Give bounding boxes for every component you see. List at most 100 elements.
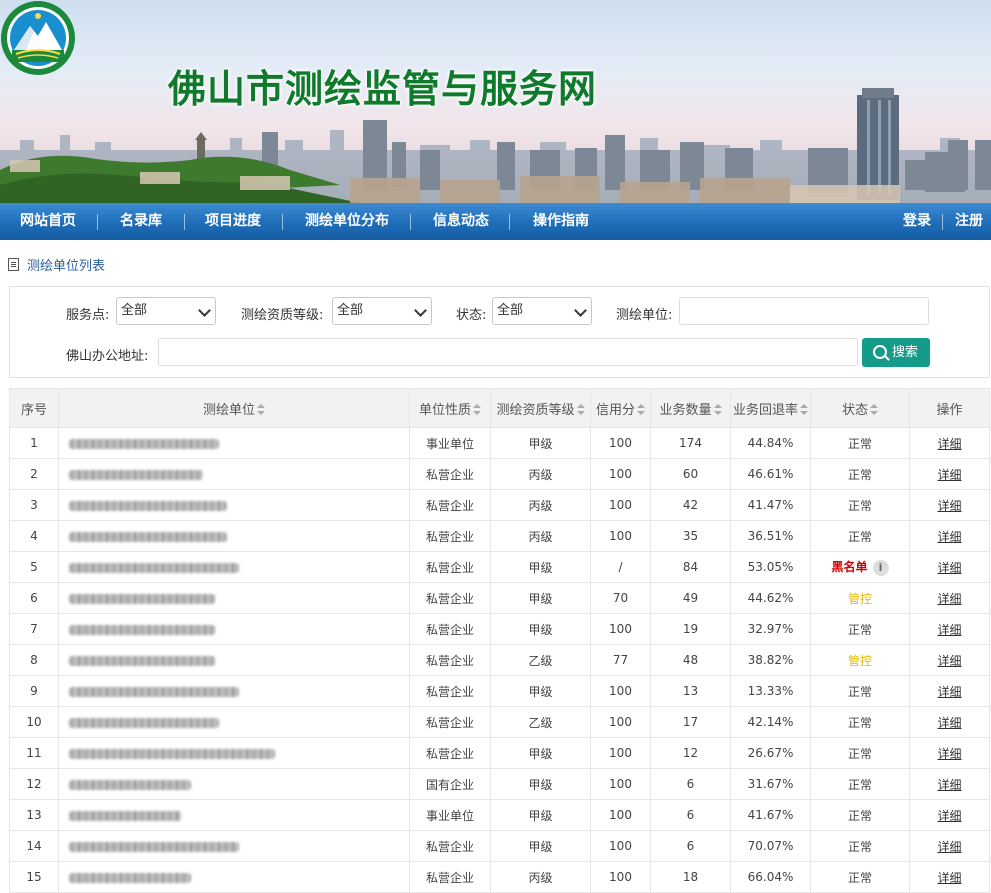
sort-icon[interactable] [637,403,645,415]
table-row: 15 私营企业 丙级 100 18 66.04% 正常 详细 [9,861,990,893]
chevron-down-icon [414,304,427,317]
cell-unit-name [58,458,410,490]
cell-count: 42 [650,489,731,521]
detail-link[interactable]: 详细 [937,561,961,575]
header-rate[interactable]: 业务回退率 [730,388,811,428]
status-badge: 黑名单 [831,560,868,575]
detail-link[interactable]: 详细 [937,530,961,544]
cell-rate: 31.67% [730,768,811,800]
redacted-unit-name [69,562,239,573]
detail-link[interactable]: 详细 [937,747,961,761]
cell-nature: 私营企业 [409,706,491,738]
cell-unit-name [58,706,410,738]
status-badge: 正常 [847,467,872,482]
table-header-row: 序号 测绘单位 单位性质 测绘资质等级 信用分 业务数量 业务回退率 状态 操作 [9,388,990,428]
sort-icon[interactable] [713,403,722,415]
detail-link[interactable]: 详细 [937,809,961,823]
cell-unit-name [58,861,410,893]
status-badge: 正常 [847,498,872,513]
detail-link[interactable]: 详细 [937,685,961,699]
nav-home[interactable]: 网站首页 [20,203,76,240]
detail-link[interactable]: 详细 [937,592,961,606]
cell-index: 1 [9,427,59,459]
cell-unit-name [58,489,410,521]
cell-credit: 70 [590,582,651,614]
cell-action: 详细 [909,830,990,862]
sort-icon[interactable] [257,403,265,415]
detail-link[interactable]: 详细 [937,716,961,730]
cell-action: 详细 [909,613,990,645]
detail-link[interactable]: 详细 [937,623,961,637]
header-count[interactable]: 业务数量 [650,388,731,428]
cell-index: 6 [9,582,59,614]
address-label: 佛山办公地址: [66,349,149,364]
cell-level: 丙级 [490,458,591,490]
cell-unit-name [58,737,410,769]
detail-link[interactable]: 详细 [937,437,961,451]
cell-action: 详细 [909,768,990,800]
status-badge: 正常 [847,684,872,699]
detail-link[interactable]: 详细 [937,840,961,854]
header-status[interactable]: 状态 [810,388,910,428]
cell-level: 丙级 [490,861,591,893]
cell-nature: 私营企业 [409,737,491,769]
unit-input[interactable] [679,297,929,325]
cell-credit: 100 [590,427,651,459]
search-icon [873,345,887,359]
chevron-down-icon [198,304,211,317]
cell-rate: 13.33% [730,675,811,707]
cell-level: 甲级 [490,582,591,614]
nav-news[interactable]: 信息动态 [433,203,489,240]
status-select[interactable]: 全部 [492,297,592,325]
cell-rate: 44.84% [730,427,811,459]
table-row: 9 私营企业 甲级 100 13 13.33% 正常 详细 [9,675,990,707]
cell-level: 甲级 [490,675,591,707]
cell-index: 14 [9,830,59,862]
detail-link[interactable]: 详细 [937,871,961,885]
cell-count: 49 [650,582,731,614]
table-row: 11 私营企业 甲级 100 12 26.67% 正常 详细 [9,737,990,769]
header-level[interactable]: 测绘资质等级 [490,388,591,428]
cell-index: 2 [9,458,59,490]
header-nature[interactable]: 单位性质 [409,388,491,428]
qualification-label: 测绘资质等级: [241,308,324,323]
nav-directory[interactable]: 名录库 [120,203,162,240]
status-badge: 正常 [847,436,872,451]
cell-index: 7 [9,613,59,645]
detail-link[interactable]: 详细 [937,468,961,482]
cell-credit: / [590,551,651,583]
document-icon [8,258,19,271]
sort-icon[interactable] [576,403,585,415]
sort-icon[interactable] [473,403,481,415]
sort-icon[interactable] [800,403,808,415]
header-unit[interactable]: 测绘单位 [58,388,410,428]
qualification-select[interactable]: 全部 [332,297,432,325]
login-link[interactable]: 登录 [903,203,931,240]
nav-project-progress[interactable]: 项目进度 [205,203,261,240]
sort-icon[interactable] [870,403,878,415]
cell-credit: 100 [590,675,651,707]
status-badge: 管控 [847,653,872,668]
cell-status: 黑名单 i [810,551,910,583]
nav-unit-distribution[interactable]: 测绘单位分布 [305,203,389,240]
service-point-label: 服务点: [66,308,110,323]
header-credit[interactable]: 信用分 [590,388,651,428]
search-button[interactable]: 搜索 [862,338,930,367]
cell-count: 174 [650,427,731,459]
address-input[interactable] [158,338,858,366]
table-row: 8 私营企业 乙级 77 48 38.82% 管控 详细 [9,644,990,676]
cell-count: 6 [650,830,731,862]
info-icon[interactable]: i [872,559,889,576]
register-link[interactable]: 注册 [955,203,983,240]
service-point-select[interactable]: 全部 [116,297,216,325]
detail-link[interactable]: 详细 [937,778,961,792]
detail-link[interactable]: 详细 [937,499,961,513]
status-badge: 正常 [847,870,872,885]
detail-link[interactable]: 详细 [937,654,961,668]
redacted-unit-name [69,438,219,449]
cell-nature: 私营企业 [409,861,491,893]
cell-count: 6 [650,768,731,800]
cell-level: 甲级 [490,768,591,800]
nav-guide[interactable]: 操作指南 [533,203,589,240]
header-label: 序号 [20,402,47,418]
